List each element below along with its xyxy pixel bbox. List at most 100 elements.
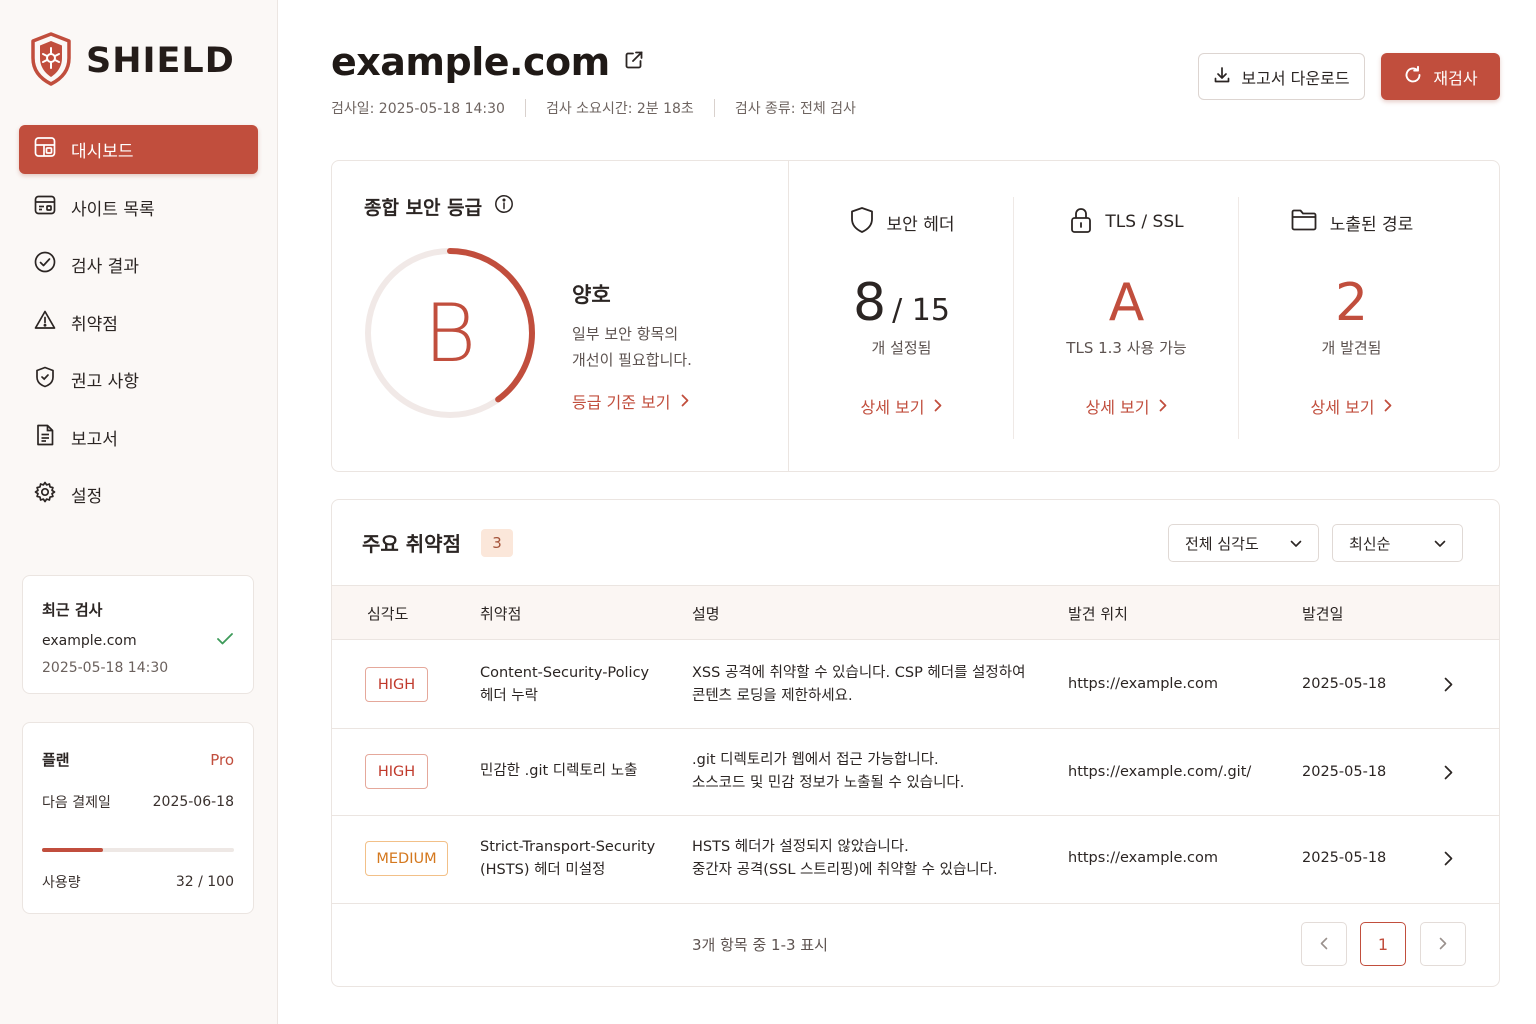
recent-scan-card[interactable]: 최근 검사 example.com 2025-05-18 14:30 [22,575,254,694]
usage-label: 사용량 [42,875,81,891]
usage-value: 32 / 100 [175,874,234,890]
sort-select[interactable]: 최신순 [1332,524,1463,562]
severity-filter-select[interactable]: 전체 심각도 [1168,524,1319,562]
sidebar-item-label: 취약점 [71,314,118,335]
metric-title: TLS / SSL [1105,212,1184,232]
severity-filter-value: 전체 심각도 [1185,534,1259,553]
chevron-right-icon [1444,851,1453,870]
chevron-right-icon [1439,935,1447,954]
column-header[interactable]: 취약점 [480,586,521,641]
sidebar-item-label: 사이트 목록 [71,199,155,220]
metric-detail-link[interactable]: 상세 보기 [1086,394,1168,418]
chevron-down-icon [1290,534,1302,552]
site-list-icon [33,193,57,222]
sidebar-item-recommendations[interactable]: 권고 사항 [19,355,258,404]
description-line: XSS 공격에 취약할 수 있습니다. CSP 헤더를 설정하여 [692,665,1026,681]
column-header[interactable]: 설명 [692,586,720,641]
logo[interactable]: SHIELD [30,32,235,90]
shield-icon [849,206,875,239]
scan-date: 검사일: 2025-05-18 14:30 [331,101,505,117]
metric-detail-label: 상세 보기 [1085,398,1150,417]
metric-detail-link[interactable]: 상세 보기 [1311,394,1393,418]
plan-tier: Pro [210,750,234,769]
security-summary-card: 종합 보안 등급 B 양호 일부 보안 항목의 개선이 필요합니다. 등급 기준… [331,160,1500,472]
scan-meta: 검사일: 2025-05-18 14:30 검사 소요시간: 2분 18초 검사… [331,98,856,118]
brand-name: SHIELD [86,41,235,81]
next-billing-value: 2025-06-18 [152,794,234,810]
vulnerability-name: Content-Security-Policy 헤더 누락 [480,662,649,708]
chevron-right-icon [1159,397,1167,416]
sidebar-item-label: 검사 결과 [71,257,139,277]
description-line: HSTS 헤더가 설정되지 않았습니다. [692,839,909,855]
sidebar-item-reports[interactable]: 보고서 [19,413,258,462]
prev-page-button[interactable] [1301,922,1347,966]
found-location: https://example.com [1068,850,1218,866]
count-badge: 3 [480,528,513,557]
grade-letter: B [423,286,477,380]
metric-detail-label: 상세 보기 [1310,398,1375,417]
metric-title: 노출된 경로 [1329,214,1414,235]
rescan-label: 재검사 [1433,68,1478,88]
table-row[interactable]: MEDIUM Strict-Transport-Security (HSTS) … [332,816,1499,904]
divider [713,99,715,117]
column-header[interactable]: 발견 위치 [1068,586,1128,641]
check-circle-icon [33,250,57,279]
table-row[interactable]: HIGH 민감한 .git 디렉토리 노출 .git 디렉토리가 웹에서 접근 … [332,729,1499,816]
grade-description-line: 일부 보안 항목의 [572,325,679,343]
column-header[interactable]: 발견일 [1302,586,1343,641]
sidebar-item-label: 보고서 [71,429,118,450]
rescan-button[interactable]: 재검사 [1381,53,1500,100]
usage-progress-fill [42,848,104,852]
recent-scan-date: 2025-05-18 14:30 [42,660,169,676]
metric-tls-ssl: TLS / SSL A TLS 1.3 사용 가능 상세 보기 [1014,207,1239,418]
grade-description-line: 개선이 필요합니다. [572,351,692,369]
metric-exposed-paths: 노출된 경로 2 개 발견됨 상세 보기 [1239,207,1464,418]
metric-detail-link[interactable]: 상세 보기 [861,394,943,418]
found-date: 2025-05-18 [1302,764,1387,780]
dashboard-icon [33,135,57,164]
sidebar-item-dashboard[interactable]: 대시보드 [19,125,258,174]
next-billing-label: 다음 결제일 [42,795,111,811]
download-report-label: 보고서 다운로드 [1241,68,1350,88]
grade-description: 일부 보안 항목의 개선이 필요합니다. [572,321,772,373]
shield-logo-icon [30,32,72,90]
grade-criteria-label: 등급 기준 보기 [572,393,671,412]
sidebar: SHIELD 대시보드 사이트 목록 검사 결과 취약점 권고 사항 보고서 설… [0,0,278,1024]
chevron-right-icon [1444,765,1453,784]
metric-value: 8 [853,273,887,333]
table-header: 심각도 취약점 설명 발견 위치 발견일 [332,585,1499,641]
folder-icon [1290,208,1318,237]
info-icon[interactable] [494,194,514,219]
warning-icon [33,308,57,337]
severity-badge: MEDIUM [365,841,448,876]
metric-title: 보안 헤더 [886,214,955,235]
vulnerability-name: Strict-Transport-Security (HSTS) 헤더 미설정 [480,836,655,882]
grade-criteria-link[interactable]: 등급 기준 보기 [572,389,689,413]
chevron-right-icon [1444,677,1453,696]
table-row[interactable]: HIGH Content-Security-Policy 헤더 누락 XSS 공… [332,640,1499,729]
sidebar-item-vulnerabilities[interactable]: 취약점 [19,298,258,347]
plan-title: 플랜 [42,751,70,769]
sidebar-item-site-list[interactable]: 사이트 목록 [19,183,258,232]
found-location: https://example.com/.git/ [1068,764,1252,780]
column-header[interactable]: 심각도 [367,586,408,641]
metric-security-headers: 보안 헤더 8 / 15 개 설정됨 상세 보기 [789,206,1014,418]
recent-scan-title: 최근 검사 [42,601,103,619]
pagination-summary: 3개 항목 중 1-3 표시 [692,936,828,954]
found-location: https://example.com [1068,676,1218,692]
shield-icon [33,365,57,394]
sidebar-item-scan-results[interactable]: 검사 결과 [19,240,258,289]
next-page-button[interactable] [1420,922,1466,966]
description-line: 소스코드 및 민감 정보가 노출될 수 있습니다. [692,775,965,791]
metric-subtitle: TLS 1.3 사용 가능 [1066,339,1187,357]
vulnerabilities-card: 주요 취약점 3 전체 심각도 최신순 심각도 취약점 설명 발견 위치 발견일… [331,499,1500,987]
download-report-button[interactable]: 보고서 다운로드 [1198,53,1365,100]
usage-progress-bar [42,848,234,852]
found-date: 2025-05-18 [1302,850,1387,866]
sidebar-item-settings[interactable]: 설정 [19,470,258,519]
external-link-icon[interactable] [624,50,644,74]
metric-detail-label: 상세 보기 [860,398,925,417]
lock-icon [1069,206,1093,239]
vulnerability-description: .git 디렉토리가 웹에서 접근 가능합니다. 소스코드 및 민감 정보가 노… [692,749,964,795]
page-number-button[interactable]: 1 [1360,922,1406,966]
